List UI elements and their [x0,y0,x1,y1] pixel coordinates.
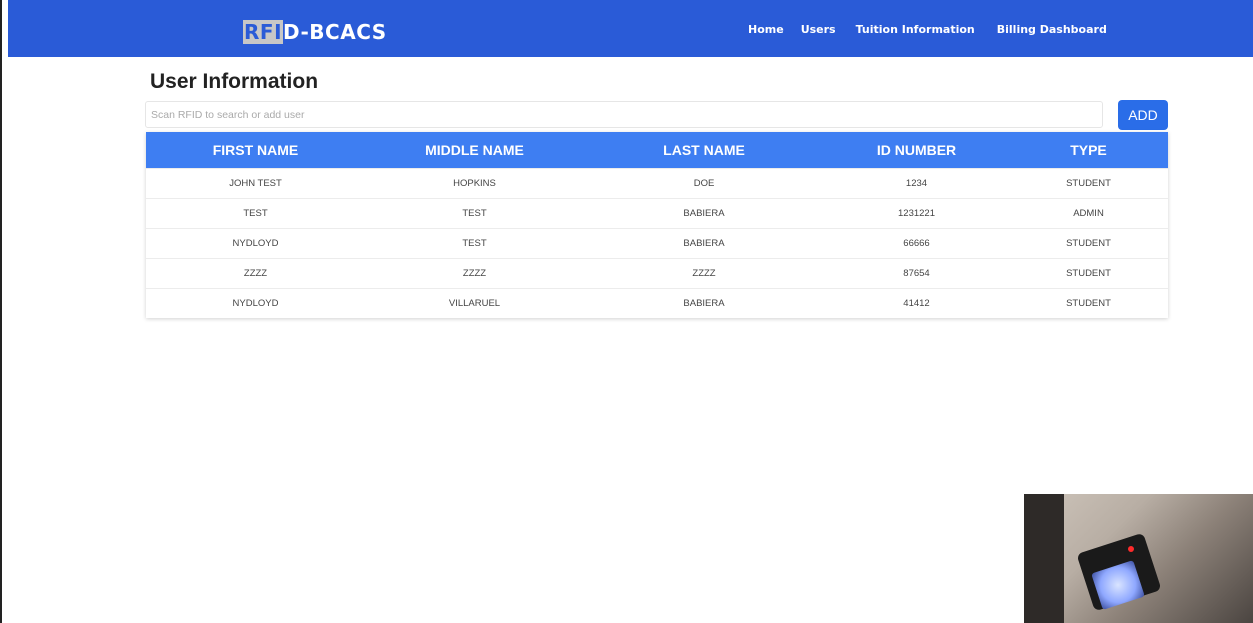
cell-type: ADMIN [1009,198,1168,229]
header-first-name: FIRST NAME [146,132,365,169]
cell-first-name: ZZZZ [146,258,365,289]
nav-link-home[interactable]: Home [748,23,784,36]
cell-middle-name: HOPKINS [365,168,584,199]
cell-last-name: BABIERA [584,228,824,259]
cell-type: STUDENT [1009,228,1168,259]
cell-middle-name: TEST [365,198,584,229]
table-header-row: FIRST NAME MIDDLE NAME LAST NAME ID NUMB… [146,132,1168,169]
page-title: User Information [150,70,319,93]
table-row[interactable]: JOHN TEST HOPKINS DOE 1234 STUDENT [146,168,1168,199]
table-row[interactable]: ZZZZ ZZZZ ZZZZ 87654 STUDENT [146,258,1168,289]
cell-type: STUDENT [1009,288,1168,318]
table-row[interactable]: TEST TEST BABIERA 1231221 ADMIN [146,198,1168,229]
cell-last-name: DOE [584,168,824,199]
table-row[interactable]: NYDLOYD TEST BABIERA 66666 STUDENT [146,228,1168,259]
cell-last-name: BABIERA [584,288,824,318]
cell-last-name: ZZZZ [584,258,824,289]
brand-logo[interactable]: RFID-BCACS [243,20,387,44]
cell-first-name: TEST [146,198,365,229]
table-row[interactable]: NYDLOYD VILLARUEL BABIERA 41412 STUDENT [146,288,1168,318]
brand-text: D-BCACS [283,20,387,44]
rfid-search-input[interactable] [145,101,1103,128]
cell-first-name: NYDLOYD [146,228,365,259]
cell-middle-name: VILLARUEL [365,288,584,318]
add-user-button[interactable]: ADD [1118,100,1168,130]
indicator-light [1128,546,1134,552]
webcam-shadow [1024,494,1064,623]
cell-first-name: NYDLOYD [146,288,365,318]
header-last-name: LAST NAME [584,132,824,169]
header-middle-name: MIDDLE NAME [365,132,584,169]
cell-type: STUDENT [1009,168,1168,199]
cell-id-number: 41412 [824,288,1009,318]
users-table: FIRST NAME MIDDLE NAME LAST NAME ID NUMB… [146,132,1168,318]
cell-type: STUDENT [1009,258,1168,289]
cell-id-number: 87654 [824,258,1009,289]
cell-id-number: 1231221 [824,198,1009,229]
cell-id-number: 1234 [824,168,1009,199]
webcam-overlay [1024,494,1253,623]
nav-links: Home Users Tuition Information Billing D… [748,23,1129,36]
top-navbar: RFID-BCACS Home Users Tuition Informatio… [8,0,1253,57]
cell-last-name: BABIERA [584,198,824,229]
cell-id-number: 66666 [824,228,1009,259]
cell-middle-name: ZZZZ [365,258,584,289]
nav-link-billing-dashboard[interactable]: Billing Dashboard [997,23,1107,36]
cell-middle-name: TEST [365,228,584,259]
header-type: TYPE [1009,132,1168,169]
nav-link-tuition-information[interactable]: Tuition Information [856,23,975,36]
cell-first-name: JOHN TEST [146,168,365,199]
nav-link-users[interactable]: Users [801,23,836,36]
brand-highlight: RFI [243,20,284,44]
header-id-number: ID NUMBER [824,132,1009,169]
